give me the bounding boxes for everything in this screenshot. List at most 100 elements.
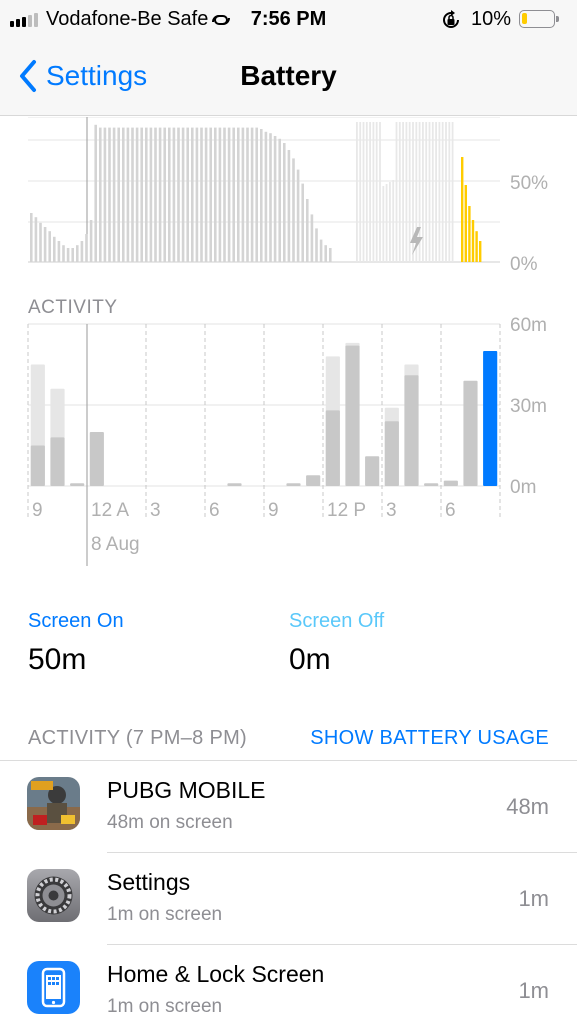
battery-history-bar [43,227,47,262]
battery-charging-bar [372,122,375,262]
app-name: Settings [107,869,191,895]
app-row-settings[interactable]: Settings 1m on screen 1m [0,852,577,944]
battery-history-bar [135,127,139,262]
settings-gear-icon [27,869,80,922]
battery-charging-bar [359,122,362,262]
battery-level-chart: 50% 0% [0,117,577,277]
activity-ytick: 30m [510,396,547,417]
battery-history-bar [227,127,231,262]
battery-history-bar [76,245,79,262]
activity-svg: 60m 30m 0m 9 12 A 3 6 9 12 P 3 6 8 Aug [27,315,547,566]
activity-xtick: 6 [209,500,220,521]
battery-charging-bar [425,122,428,262]
battery-history-bar [241,127,245,262]
screen-on-value: 50m [28,643,87,676]
battery-history-bar [319,239,323,262]
activity-bar-screen-on [404,375,419,486]
battery-history-bar [301,183,304,262]
battery-charging-bar [365,122,368,262]
battery-history-bar [108,127,111,262]
activity-xtick: 9 [268,500,279,521]
activity-xtick: 12 P [327,500,366,521]
battery-history-bar [278,138,281,262]
battery-charging-bar [389,182,391,262]
battery-history-bar [191,127,194,262]
battery-history-bar [57,241,61,262]
battery-charging-bar [441,122,444,262]
app-row-pubg[interactable]: PUBG MOBILE 48m on screen 48m [0,760,577,852]
app-usage-value: 1m [518,978,549,1003]
battery-history-bar [315,228,318,262]
activity-bar-screen-on [483,351,498,486]
status-bar: Vodafone-Be Safe 7:56 PM 10% [0,0,577,40]
rotation-lock-icon [440,9,462,36]
screen-off-value: 0m [289,643,331,676]
activity-bar-screen-on [424,483,439,486]
battery-history-bar [122,127,125,262]
battery-history-bar [292,158,295,262]
battery-charging-bar [408,122,411,262]
battery-history-bar [99,127,102,262]
battery-history-bar [112,127,116,262]
activity-list-header: ACTIVITY (7 PM–8 PM) [28,727,248,749]
screen-off-label: Screen Off [289,610,385,632]
activity-bar-screen-on [384,421,399,486]
battery-history-bar [53,236,56,262]
battery-history-bar [306,199,309,262]
app-usage-value: 1m [518,886,549,911]
battery-charging-bar [438,122,441,262]
battery-history-bar [168,127,171,262]
battery-history-bar [287,150,291,262]
battery-charging-bar [428,122,431,262]
battery-charging-bar [362,122,365,262]
battery-charging-bar [435,122,437,262]
battery-charging-bar [402,122,404,262]
battery-history-bar [273,136,277,262]
activity-xtick: 9 [32,500,43,521]
activity-bar-screen-on [443,480,458,486]
app-screen-time: 1m on screen [107,904,223,925]
battery-ytick-50: 50% [510,173,548,194]
activity-bar-screen-on [227,483,242,486]
battery-charging-bar [369,122,371,262]
battery-history-bar [209,127,212,262]
pubg-app-icon [27,777,80,830]
battery-charging-bar [392,180,395,262]
battery-history-bar [223,127,226,262]
battery-history-bar [218,127,222,262]
activity-bar-screen-on [345,345,360,486]
battery-history-bar [94,124,97,262]
battery-history-bar [66,248,70,262]
activity-bar-screen-on [286,483,301,486]
battery-history-bar [154,127,157,262]
battery-history-bar [89,220,93,262]
activity-bar-screen-on [463,380,478,486]
battery-history-bar [246,127,249,262]
battery-charging-bar [451,122,454,262]
activity-bar-screen-on [365,456,380,486]
battery-charging-bar [405,122,408,262]
battery-charging-bar [422,122,424,262]
battery-history-bar [145,127,148,262]
show-battery-usage-button[interactable]: SHOW BATTERY USAGE [310,727,549,750]
battery-history-bar [264,131,268,262]
battery-history-bar [204,127,208,262]
battery-charging-bar [375,122,378,262]
battery-history-bar [149,127,153,262]
battery-history-bar [131,127,134,262]
battery-history-bar [283,143,286,262]
battery-icon [519,10,559,28]
battery-history-bar [200,127,203,262]
battery-charging-bar [382,186,385,262]
activity-xtick: 6 [445,500,456,521]
app-name: PUBG MOBILE [107,777,266,803]
page-title: Battery [240,60,337,91]
battery-history-bar [269,133,272,262]
app-usage-value: 48m [506,794,549,819]
app-row-home-lock[interactable]: Home & Lock Screen 1m on screen 1m [0,944,577,1024]
battery-history-bar [158,127,162,262]
battery-charging-bar [385,184,388,262]
battery-history-bar [71,248,74,262]
activity-bar-screen-on [325,410,340,486]
battery-history-bar [126,127,130,262]
